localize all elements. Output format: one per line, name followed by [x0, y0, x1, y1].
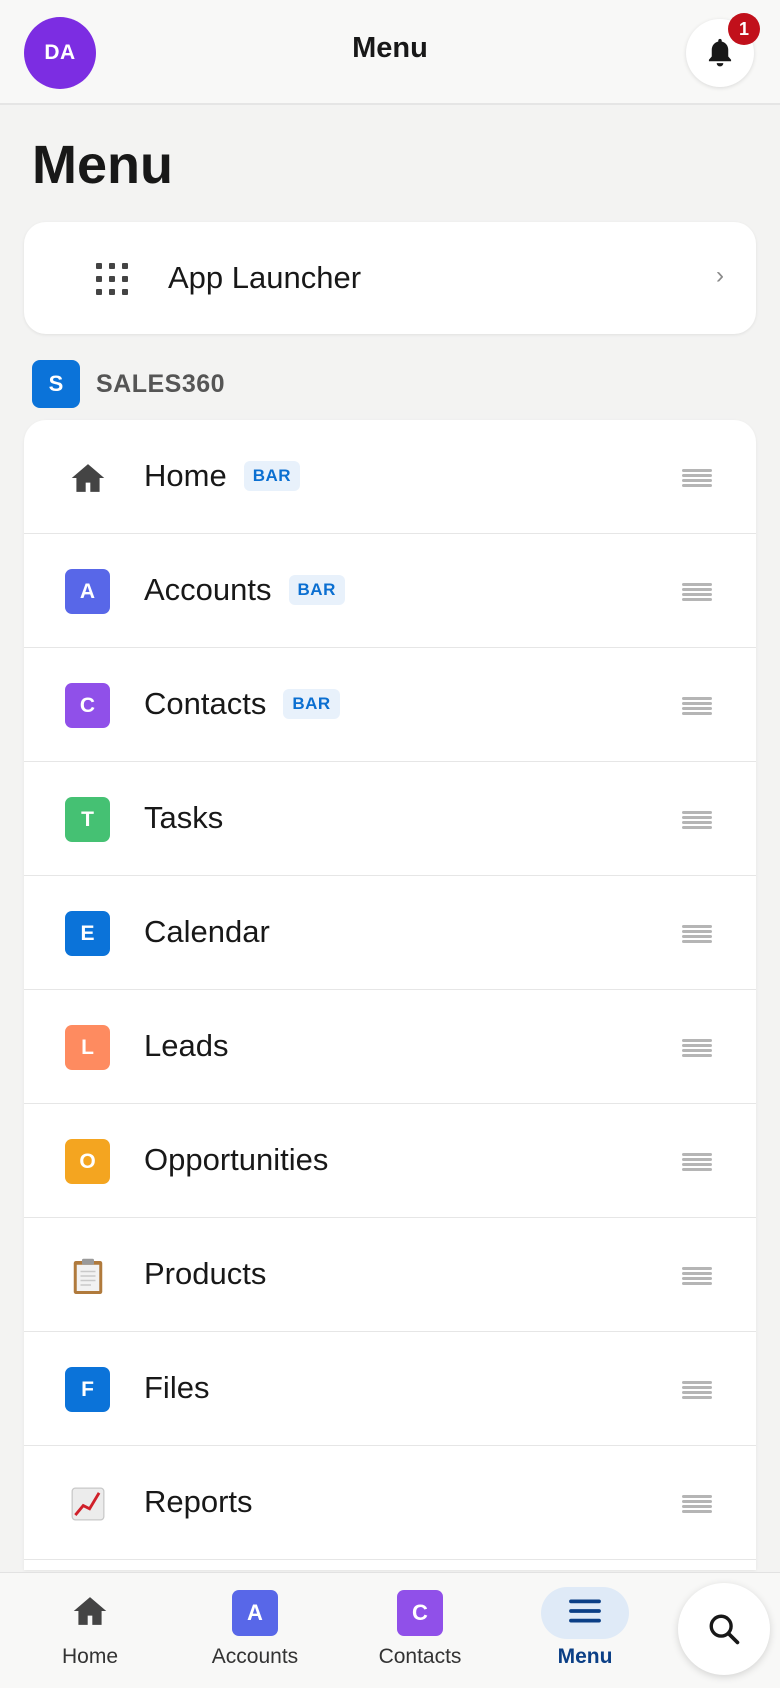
- app-launcher-card[interactable]: App Launcher ›: [24, 222, 756, 334]
- nav-tab-label: Menu: [557, 1645, 613, 1668]
- menu-item-calendar[interactable]: E Calendar: [24, 876, 756, 990]
- drag-handle-icon[interactable]: [682, 925, 712, 943]
- drag-handle-icon[interactable]: [682, 1267, 712, 1285]
- accounts-icon: A: [232, 1590, 278, 1636]
- drag-handle-icon[interactable]: [682, 811, 712, 829]
- nav-tab-label: Home: [61, 1645, 119, 1668]
- nav-tab-home[interactable]: Home: [20, 1587, 160, 1677]
- menu-item-label: Products: [144, 1256, 266, 1292]
- clipboard-icon: [65, 1253, 110, 1298]
- nav-bar-badge: BAR: [288, 575, 345, 605]
- chart-icon: [65, 1481, 110, 1526]
- page-title: Menu: [32, 135, 173, 195]
- drag-handle-icon[interactable]: [682, 1039, 712, 1057]
- drag-handle-icon[interactable]: [682, 1153, 712, 1171]
- menu-item-label: Accounts BAR: [144, 572, 345, 608]
- menu-item-contacts[interactable]: C Contacts BAR: [24, 648, 756, 762]
- search-button[interactable]: [678, 1583, 770, 1675]
- contacts-icon: C: [397, 1590, 443, 1636]
- leads-icon: L: [65, 1025, 110, 1070]
- app-launcher-label: App Launcher: [168, 260, 362, 295]
- menu-item-opportunities[interactable]: O Opportunities: [24, 1104, 756, 1218]
- tasks-icon: T: [65, 797, 110, 842]
- drag-handle-icon[interactable]: [682, 469, 712, 487]
- top-bar: DA Menu 1: [0, 0, 780, 105]
- drag-handle-icon[interactable]: [682, 583, 712, 601]
- drag-handle-icon[interactable]: [682, 697, 712, 715]
- nav-icon-wrap: A: [211, 1587, 299, 1639]
- drag-handle-icon[interactable]: [682, 1495, 712, 1513]
- nav-icon-wrap: [541, 1587, 629, 1639]
- menu-item-text: Leads: [144, 1028, 229, 1063]
- menu-item-text: Tasks: [144, 800, 224, 835]
- menu-item-files[interactable]: F Files: [24, 1332, 756, 1446]
- home-icon: [65, 455, 110, 500]
- nav-tab-contacts[interactable]: C Contacts: [350, 1587, 490, 1677]
- menu-item-products[interactable]: Products: [24, 1218, 756, 1332]
- menu-item-label: Files: [144, 1370, 209, 1406]
- nav-bar-badge: BAR: [243, 461, 301, 491]
- calendar-icon: E: [65, 911, 110, 956]
- menu-item-label: Leads: [144, 1028, 228, 1064]
- menu-item-tasks[interactable]: T Tasks: [24, 762, 756, 876]
- chevron-right-icon: ›: [716, 262, 724, 289]
- menu-list: Home BAR A Accounts BAR C Contacts BAR T Tasks E Ca…: [24, 420, 756, 1570]
- menu-item-label: Contacts BAR: [144, 686, 340, 722]
- menu-item-text: Home: [144, 458, 227, 493]
- nav-icon-wrap: C: [376, 1587, 464, 1639]
- home-icon: [71, 1594, 109, 1633]
- nav-tab-label: Accounts: [211, 1645, 299, 1668]
- nav-bar-badge: BAR: [283, 689, 340, 719]
- app-icon: S: [32, 360, 80, 408]
- menu-item-reports[interactable]: Reports: [24, 1446, 756, 1560]
- menu-item-text: Contacts: [144, 686, 267, 721]
- menu-item-home[interactable]: Home BAR: [24, 420, 756, 534]
- top-bar-title: Menu: [352, 32, 428, 64]
- notifications-button[interactable]: 1: [686, 13, 760, 87]
- bottom-nav: Home A Accounts C Contacts Menu: [0, 1572, 780, 1688]
- menu-item-text: Files: [144, 1370, 210, 1405]
- hamburger-icon: [567, 1598, 603, 1629]
- contacts-icon: C: [65, 683, 110, 728]
- menu-item-label: Home BAR: [144, 458, 301, 494]
- notification-badge: 1: [728, 13, 760, 45]
- menu-item-accounts[interactable]: A Accounts BAR: [24, 534, 756, 648]
- menu-item-text: Opportunities: [144, 1142, 329, 1177]
- menu-item-text: Accounts: [144, 572, 272, 607]
- accounts-icon: A: [65, 569, 110, 614]
- menu-item-text: Products: [144, 1256, 267, 1291]
- menu-item-label: Opportunities: [144, 1142, 328, 1178]
- menu-item-leads[interactable]: L Leads: [24, 990, 756, 1104]
- menu-item-label: Tasks: [144, 800, 223, 836]
- menu-item-text: Reports: [144, 1484, 253, 1519]
- nav-tab-accounts[interactable]: A Accounts: [185, 1587, 325, 1677]
- menu-item-label: Reports: [144, 1484, 253, 1520]
- menu-item-text: Calendar: [144, 914, 270, 949]
- files-icon: F: [65, 1367, 110, 1412]
- drag-handle-icon[interactable]: [682, 1381, 712, 1399]
- app-name: SALES360: [96, 370, 226, 398]
- grid-icon: [96, 263, 128, 295]
- opportunities-icon: O: [65, 1139, 110, 1184]
- nav-icon-wrap: [46, 1587, 134, 1639]
- nav-tab-label: Contacts: [378, 1645, 462, 1668]
- nav-tab-menu[interactable]: Menu: [515, 1587, 655, 1677]
- search-icon: [709, 1614, 740, 1645]
- menu-item-label: Calendar: [144, 914, 270, 950]
- bell-icon: [708, 38, 732, 67]
